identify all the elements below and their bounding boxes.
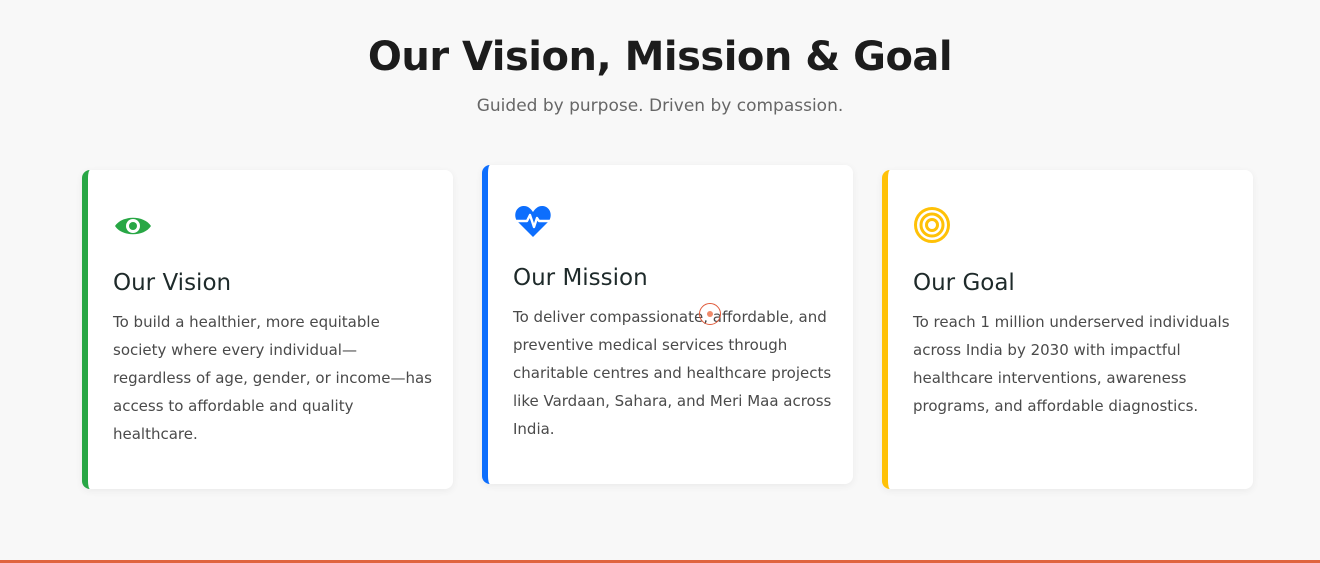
goal-text: To reach 1 million underserved individua…	[913, 313, 1230, 415]
vision-card: Our Vision To build a healthier, more eq…	[82, 170, 453, 489]
mission-card: Our Mission To deliver compassionate, af…	[482, 165, 853, 484]
eye-icon	[113, 206, 153, 246]
mission-title: Our Mission	[513, 265, 648, 291]
vision-title: Our Vision	[113, 270, 232, 296]
target-icon	[913, 206, 953, 246]
goal-title: Our Goal	[913, 270, 1015, 296]
cursor-indicator	[699, 303, 721, 325]
heartbeat-icon	[513, 201, 553, 241]
section-subtitle: Guided by purpose. Driven by compassion.	[476, 96, 844, 116]
mission-text: To deliver compassionate, affordable, an…	[513, 308, 832, 438]
section-title: Our Vision, Mission & Goal	[367, 34, 953, 80]
goal-card: Our Goal To reach 1 million underserved …	[882, 170, 1253, 489]
vision-text: To build a healthier, more equitable soc…	[113, 313, 432, 443]
